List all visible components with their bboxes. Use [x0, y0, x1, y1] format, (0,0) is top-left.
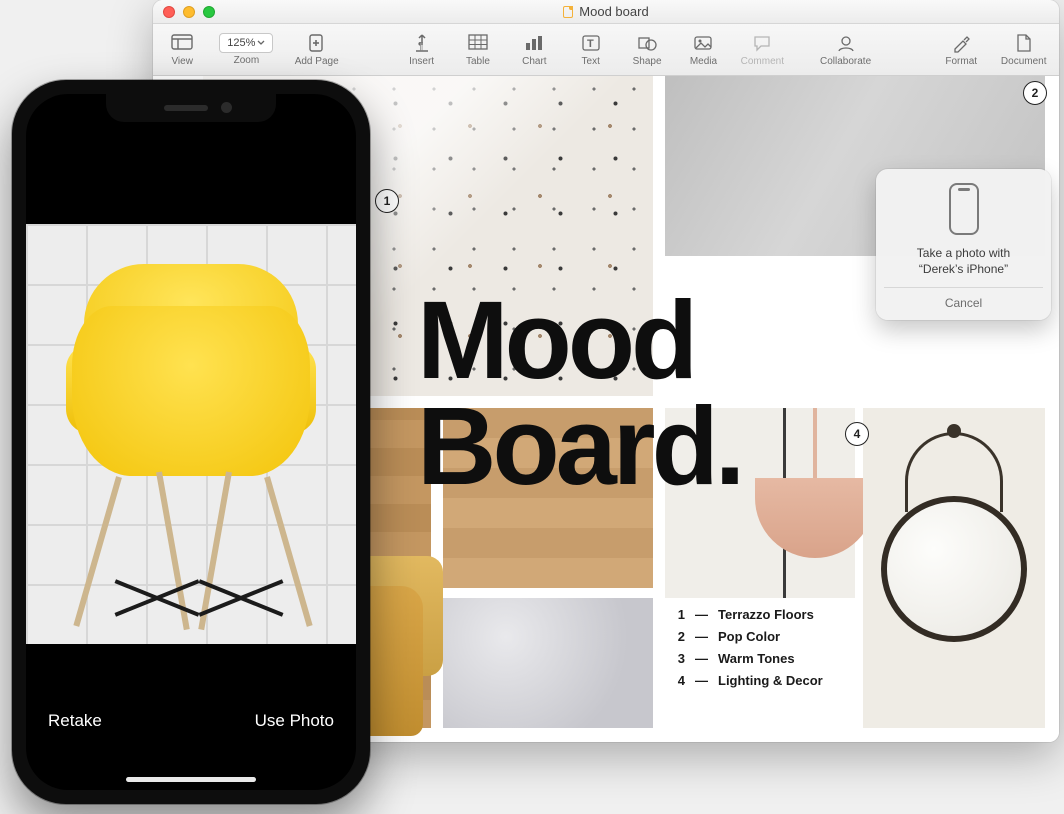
- toolbar-document[interactable]: Document: [998, 32, 1049, 67]
- toolbar-comment[interactable]: Comment: [741, 32, 784, 67]
- iphone-notch: [106, 94, 276, 122]
- close-window-button[interactable]: [163, 6, 175, 18]
- image-fur[interactable]: [443, 598, 653, 728]
- legend-list[interactable]: 1—Terrazzo Floors 2—Pop Color 3—Warm Ton…: [673, 604, 823, 692]
- toolbar-zoom[interactable]: 125% Zoom: [219, 33, 273, 66]
- document-heading[interactable]: Mood Board.: [417, 288, 741, 499]
- toolbar-table[interactable]: Table: [459, 32, 497, 67]
- toolbar-media[interactable]: Media: [684, 32, 722, 67]
- comment-icon: [750, 32, 774, 54]
- callout-badge-4[interactable]: 4: [845, 422, 869, 446]
- iphone-device: Retake Use Photo: [12, 80, 370, 804]
- media-icon: [691, 32, 715, 54]
- camera-bottom-bar: Retake Use Photo: [26, 670, 356, 790]
- chevron-down-icon: [257, 40, 265, 46]
- toolbar-collaborate[interactable]: Collaborate: [820, 32, 871, 67]
- popover-message: Take a photo with “Derek’s iPhone”: [884, 245, 1043, 287]
- image-mirror[interactable]: [863, 408, 1045, 728]
- add-page-icon: [305, 32, 329, 54]
- list-item: 2—Pop Color: [673, 626, 823, 648]
- list-item: 4—Lighting & Decor: [673, 670, 823, 692]
- iphone-screen: Retake Use Photo: [26, 94, 356, 790]
- window-title: Mood board: [153, 4, 1059, 19]
- list-item: 3—Warm Tones: [673, 648, 823, 670]
- format-icon: [949, 32, 973, 54]
- toolbar-insert[interactable]: ¶ Insert: [402, 32, 440, 67]
- toolbar-shape[interactable]: Shape: [628, 32, 666, 67]
- insert-icon: ¶: [410, 32, 434, 54]
- home-indicator[interactable]: [126, 777, 256, 782]
- view-icon: [170, 32, 194, 54]
- toolbar-view[interactable]: View: [163, 32, 201, 67]
- retake-button[interactable]: Retake: [48, 711, 102, 731]
- toolbar-chart[interactable]: Chart: [515, 32, 553, 67]
- collaborate-icon: [834, 32, 858, 54]
- toolbar-text[interactable]: T Text: [572, 32, 610, 67]
- document-icon: [563, 6, 573, 18]
- list-item: 1—Terrazzo Floors: [673, 604, 823, 626]
- use-photo-button[interactable]: Use Photo: [255, 711, 334, 731]
- minimize-window-button[interactable]: [183, 6, 195, 18]
- text-icon: T: [579, 32, 603, 54]
- callout-badge-1[interactable]: 1: [375, 189, 399, 213]
- continuity-camera-popover: Take a photo with “Derek’s iPhone” Cance…: [876, 169, 1051, 320]
- phone-outline-icon: [949, 183, 979, 235]
- traffic-lights: [163, 6, 215, 18]
- chart-icon: [522, 32, 546, 54]
- titlebar: Mood board: [153, 0, 1059, 24]
- camera-photo-preview[interactable]: [26, 224, 356, 644]
- shape-icon: [635, 32, 659, 54]
- toolbar-format[interactable]: Format: [942, 32, 980, 67]
- popover-cancel-button[interactable]: Cancel: [884, 287, 1043, 314]
- toolbar: View 125% Zoom Add Page ¶ Insert: [153, 24, 1059, 76]
- svg-text:T: T: [587, 38, 594, 50]
- table-icon: [466, 32, 490, 54]
- svg-text:¶: ¶: [418, 41, 423, 52]
- zoom-value-pill[interactable]: 125%: [219, 33, 273, 53]
- window-title-text: Mood board: [579, 4, 648, 19]
- document-settings-icon: [1012, 32, 1036, 54]
- toolbar-add-page[interactable]: Add Page: [291, 32, 342, 67]
- zoom-window-button[interactable]: [203, 6, 215, 18]
- callout-badge-2[interactable]: 2: [1023, 81, 1047, 105]
